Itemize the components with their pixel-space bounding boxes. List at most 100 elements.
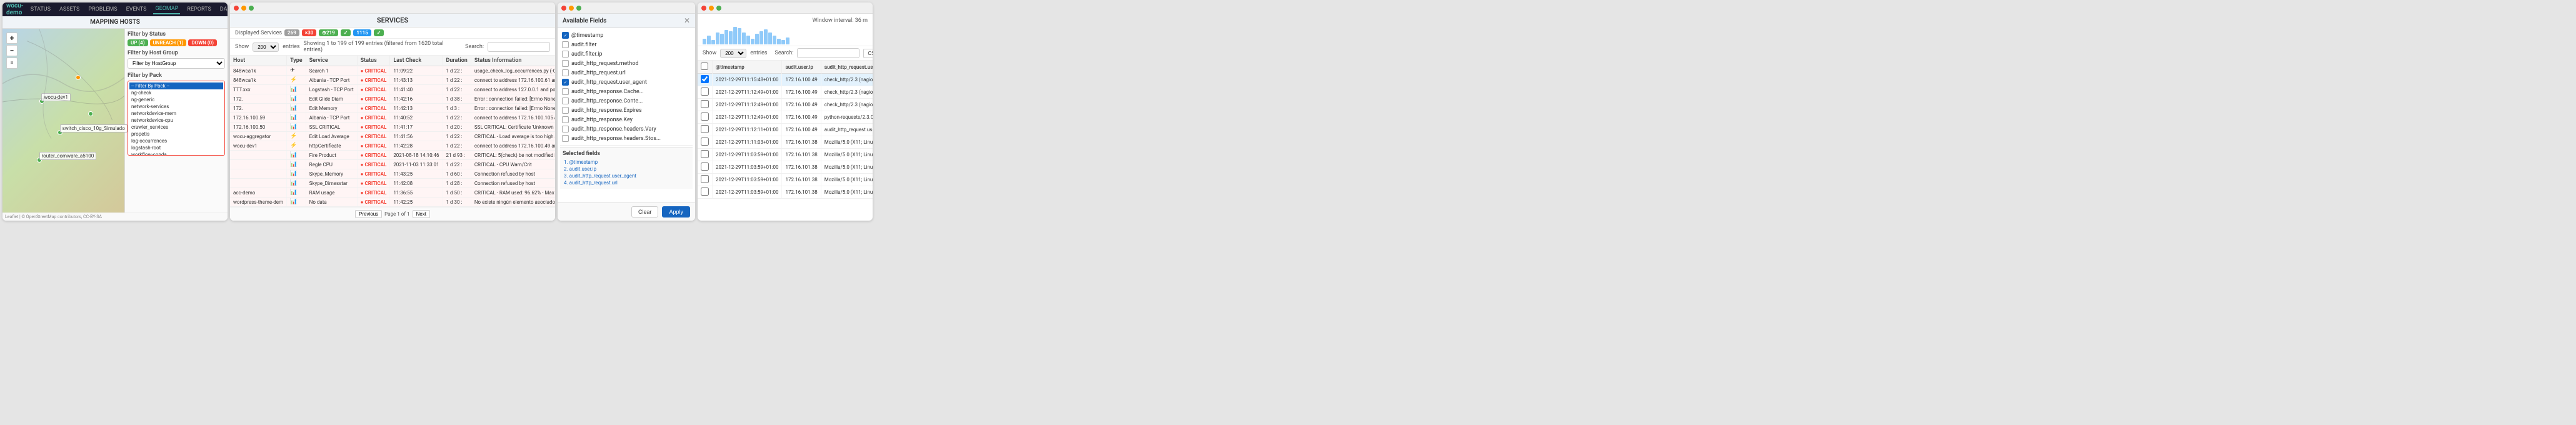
win-min3[interactable] xyxy=(709,6,714,11)
field-item[interactable]: audit.filter.ip xyxy=(560,49,693,59)
field-checkbox[interactable] xyxy=(562,51,569,58)
table-row[interactable]: 172. 📊 Edit Glide Diam ● CRITICAL 11:42:… xyxy=(230,94,555,104)
row-checkbox[interactable] xyxy=(701,150,709,158)
row-checkbox[interactable] xyxy=(701,162,709,171)
row-checkbox[interactable] xyxy=(701,138,709,146)
field-checkbox[interactable] xyxy=(562,116,569,123)
row-checkbox[interactable] xyxy=(701,175,709,183)
map-area[interactable]: + − ≡ wocu-dev1 switch_cisco_10g_Simulad… xyxy=(3,29,124,212)
table-row[interactable]: 2021-12-29T11:03:59+01:00 172.16.101.38 … xyxy=(698,149,873,161)
table-row[interactable]: 848wca1k ⚡ Albania - TCP Port ● CRITICAL… xyxy=(230,76,555,85)
field-checkbox[interactable] xyxy=(562,60,569,67)
row-checkbox[interactable] xyxy=(701,75,709,83)
table-row[interactable]: 2021-12-29T11:12:49+01:00 172.16.100.49 … xyxy=(698,99,873,111)
field-item[interactable]: audit_http_request.user_agent xyxy=(560,78,693,87)
table-row[interactable]: wocu-aggregator ⚡ Edit Load Average ● CR… xyxy=(230,132,555,141)
table-row[interactable]: 2021-12-29T11:12:49+01:00 172.16.100.49 … xyxy=(698,86,873,99)
next-page-btn[interactable]: Next xyxy=(413,210,430,218)
pack-item-1[interactable]: ng-check xyxy=(129,89,223,96)
services-search-input[interactable] xyxy=(488,42,550,52)
pack-item-4[interactable]: networkdevice-mem xyxy=(129,110,223,117)
row-checkbox[interactable] xyxy=(701,112,709,121)
field-item[interactable]: audit_http_response.Expires xyxy=(560,106,693,115)
field-checkbox[interactable] xyxy=(562,41,569,48)
win-max2[interactable] xyxy=(576,6,581,11)
table-row[interactable]: 172. 📊 Edit Memory ● CRITICAL 11:42:13 1… xyxy=(230,104,555,113)
table-row[interactable]: 2021-12-29T11:03:59+01:00 172.16.101.38 … xyxy=(698,174,873,186)
row-checkbox[interactable] xyxy=(701,100,709,108)
field-checkbox[interactable] xyxy=(562,88,569,95)
prev-page-btn[interactable]: Previous xyxy=(355,210,382,218)
table-row[interactable]: wordpress-theme-dem 📊 No data ● CRITICAL… xyxy=(230,198,555,207)
pack-item-10[interactable]: workflow-conda xyxy=(129,151,223,156)
field-checkbox[interactable] xyxy=(562,79,569,86)
table-row[interactable]: 848wca1k ✈ Search 1 ● CRITICAL 11:09:22 … xyxy=(230,66,555,76)
pack-item-7[interactable]: propetis xyxy=(129,131,223,138)
table-row[interactable]: 172.16.100.59 📊 Albania - TCP Port ● CRI… xyxy=(230,113,555,122)
table-row[interactable]: 📊 Skype_Memory ● CRITICAL 11:43:25 1 d 6… xyxy=(230,169,555,179)
clear-button[interactable]: Clear xyxy=(631,206,659,218)
field-item[interactable]: audit_http_request.method xyxy=(560,59,693,68)
pack-item-6[interactable]: crawler_services xyxy=(129,124,223,131)
row-checkbox[interactable] xyxy=(701,88,709,96)
win-close2[interactable] xyxy=(561,6,566,11)
nav-geomap[interactable]: GEOMAP xyxy=(153,4,180,14)
field-item[interactable]: audit_http_request.url xyxy=(560,68,693,78)
table-row[interactable]: 2021-12-29T11:03:59+01:00 172.16.101.38 … xyxy=(698,161,873,174)
field-checkbox[interactable] xyxy=(562,135,569,142)
pack-item-2[interactable]: ng-generic xyxy=(129,96,223,103)
table-row[interactable]: 📊 Fire Product ● CRITICAL 2021-08-18 14:… xyxy=(230,151,555,160)
table-row[interactable]: 172.16.100.50 📊 SSL CRITICAL ● CRITICAL … xyxy=(230,122,555,132)
nav-reports[interactable]: REPORTS xyxy=(185,5,213,14)
row-checkbox[interactable] xyxy=(701,125,709,133)
field-item[interactable]: @timestamp xyxy=(560,31,693,40)
nav-assets[interactable]: ASSETS xyxy=(58,5,81,14)
field-item[interactable]: audit_http_response.Conte... xyxy=(560,96,693,106)
select-all-checkbox[interactable] xyxy=(701,62,708,70)
field-item[interactable]: audit_http_response.Cache... xyxy=(560,87,693,96)
table-row[interactable]: wocu-dev1 ⚡ httpCertificate ● CRITICAL 1… xyxy=(230,141,555,151)
nav-events[interactable]: EVENTS xyxy=(124,5,149,14)
field-checkbox[interactable] xyxy=(562,126,569,132)
win-min[interactable] xyxy=(241,6,246,11)
table-row[interactable]: 2021-12-29T11:11:03+01:00 172.16.101.38 … xyxy=(698,136,873,149)
nav-status[interactable]: STATUS xyxy=(29,5,53,14)
badge-down[interactable]: DOWN (0) xyxy=(188,39,217,46)
dt-show-select[interactable]: 200 xyxy=(720,49,746,58)
table-row[interactable]: TTT.xxx 📊 Logstash - TCP Port ● CRITICAL… xyxy=(230,85,555,94)
field-item[interactable]: audit_http_response.headers.Stos... xyxy=(560,134,693,143)
row-checkbox[interactable] xyxy=(701,188,709,196)
pack-item-8[interactable]: log-occurrences xyxy=(129,138,223,144)
table-row[interactable]: 2021-12-29T11:15:48+01:00 172.16.100.49 … xyxy=(698,74,873,86)
field-item[interactable]: audit.filter xyxy=(560,40,693,49)
table-row[interactable]: acc-demo 📊 RAM usage ● CRITICAL 11:36:55… xyxy=(230,188,555,198)
field-checkbox[interactable] xyxy=(562,32,569,39)
table-row[interactable]: 2021-12-29T11:12:49+01:00 172.16.100.49 … xyxy=(698,111,873,124)
apply-button[interactable]: Apply xyxy=(662,206,690,218)
win-close3[interactable] xyxy=(701,6,706,11)
field-item[interactable]: audit_http_response.Key xyxy=(560,115,693,124)
table-row[interactable]: 📊 Skype_Dimesstar ● CRITICAL 11:42:08 1 … xyxy=(230,179,555,188)
pack-item-5[interactable]: networkdevice-cpu xyxy=(129,117,223,124)
table-row[interactable]: 2021-12-29T11:12:11+01:00 172.16.100.49 … xyxy=(698,124,873,136)
show-select[interactable]: 200 xyxy=(253,42,279,52)
pack-item-9[interactable]: logstash-root xyxy=(129,144,223,151)
field-checkbox[interactable] xyxy=(562,107,569,114)
dt-search-input[interactable] xyxy=(797,48,860,58)
filter-hostgroup-select[interactable]: Filter by HostGroup xyxy=(128,58,225,69)
badge-unreach[interactable]: UNREACH (1) xyxy=(150,39,187,46)
field-checkbox[interactable] xyxy=(562,98,569,104)
pack-item-0[interactable]: -- Filter By Pack -- xyxy=(129,82,223,89)
pack-item-3[interactable]: network-services xyxy=(129,103,223,110)
win-max[interactable] xyxy=(249,6,254,11)
table-row[interactable]: 📊 Regle CPU ● CRITICAL 2021-11-03 11:33:… xyxy=(230,160,555,169)
field-item[interactable]: audit_http_response.headers.Vary xyxy=(560,124,693,134)
export-csv-btn[interactable]: CSV xyxy=(863,49,873,58)
win-max3[interactable] xyxy=(716,6,721,11)
table-row[interactable]: 2021-12-29T11:03:59+01:00 172.16.101.38 … xyxy=(698,186,873,199)
nav-dashboards[interactable]: DASHBOARDS xyxy=(218,5,228,14)
win-min2[interactable] xyxy=(569,6,574,11)
win-close[interactable] xyxy=(234,6,239,11)
badge-up[interactable]: UP (4) xyxy=(128,39,148,46)
nav-problems[interactable]: PROBLEMS xyxy=(86,5,119,14)
